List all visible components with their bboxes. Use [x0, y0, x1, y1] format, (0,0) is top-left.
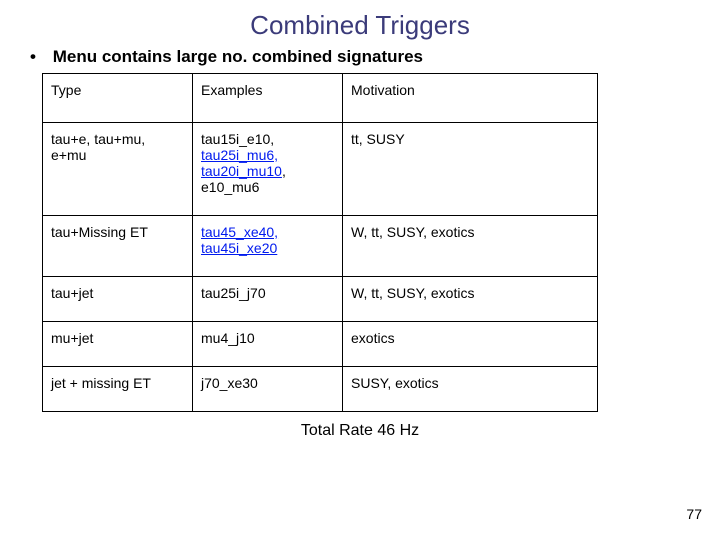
cell-examples: j70_xe30: [193, 367, 343, 412]
slide: Combined Triggers • Menu contains large …: [0, 0, 720, 540]
col-header-examples: Examples: [193, 74, 343, 123]
table-row: jet + missing ET j70_xe30 SUSY, exotics: [43, 367, 598, 412]
ex-text: j70_xe30: [201, 375, 258, 391]
cell-examples: tau45_xe40, tau45i_xe20: [193, 216, 343, 277]
cell-type: tau+Missing ET: [43, 216, 193, 277]
cell-motivation: W, tt, SUSY, exotics: [343, 277, 598, 322]
table-header-row: Type Examples Motivation: [43, 74, 598, 123]
page-number: 77: [686, 506, 702, 522]
cell-examples: mu4_j10: [193, 322, 343, 367]
ex-text: tau15i_e10,: [201, 131, 274, 147]
col-header-type: Type: [43, 74, 193, 123]
ex-link[interactable]: tau45_xe40, tau45i_xe20: [201, 224, 278, 256]
bullet-line: • Menu contains large no. combined signa…: [0, 43, 720, 73]
cell-type: tau+e, tau+mu, e+mu: [43, 123, 193, 216]
ex-text: tau25i_j70: [201, 285, 266, 301]
col-header-motivation: Motivation: [343, 74, 598, 123]
cell-motivation: exotics: [343, 322, 598, 367]
table-row: tau+jet tau25i_j70 W, tt, SUSY, exotics: [43, 277, 598, 322]
cell-type: tau+jet: [43, 277, 193, 322]
cell-motivation: tt, SUSY: [343, 123, 598, 216]
ex-text: mu4_j10: [201, 330, 255, 346]
cell-motivation: W, tt, SUSY, exotics: [343, 216, 598, 277]
total-rate: Total Rate 46 Hz: [0, 412, 720, 440]
table-row: mu+jet mu4_j10 exotics: [43, 322, 598, 367]
table-row: tau+e, tau+mu, e+mu tau15i_e10, tau25i_m…: [43, 123, 598, 216]
ex-link[interactable]: tau25i_mu6, tau20i_mu10: [201, 147, 282, 179]
cell-examples: tau25i_j70: [193, 277, 343, 322]
cell-motivation: SUSY, exotics: [343, 367, 598, 412]
triggers-table: Type Examples Motivation tau+e, tau+mu, …: [42, 73, 598, 412]
cell-examples: tau15i_e10, tau25i_mu6, tau20i_mu10, e10…: [193, 123, 343, 216]
bullet-dot: •: [30, 47, 48, 67]
cell-type: mu+jet: [43, 322, 193, 367]
slide-title: Combined Triggers: [0, 0, 720, 43]
cell-type: jet + missing ET: [43, 367, 193, 412]
table-row: tau+Missing ET tau45_xe40, tau45i_xe20 W…: [43, 216, 598, 277]
bullet-text: Menu contains large no. combined signatu…: [53, 47, 423, 66]
